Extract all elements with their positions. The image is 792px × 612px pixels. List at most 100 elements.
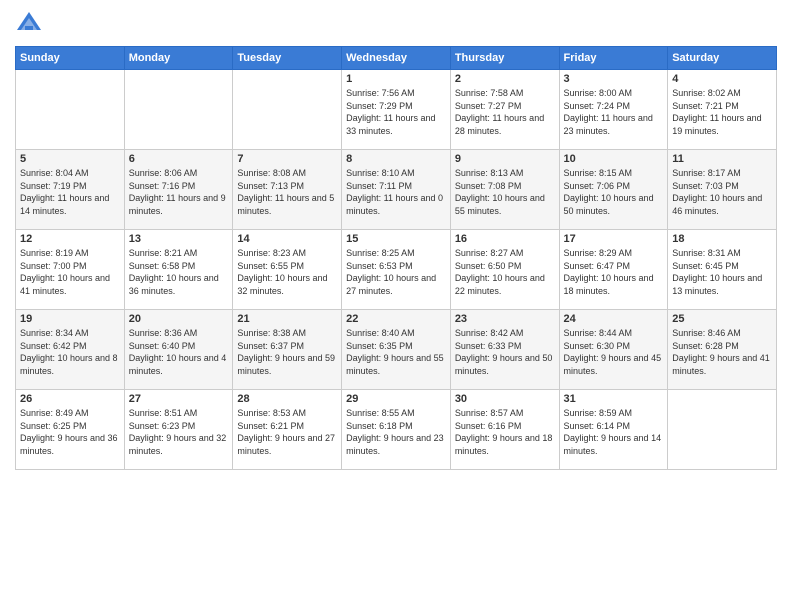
weekday-tuesday: Tuesday: [233, 47, 342, 70]
day-number: 15: [346, 233, 446, 245]
day-number: 4: [672, 73, 772, 85]
calendar-cell: 3 Sunrise: 8:00 AMSunset: 7:24 PMDaylight…: [559, 70, 668, 150]
cell-info: Sunrise: 8:38 AMSunset: 6:37 PMDaylight:…: [237, 328, 335, 376]
cell-info: Sunrise: 8:25 AMSunset: 6:53 PMDaylight:…: [346, 248, 436, 296]
cell-info: Sunrise: 8:46 AMSunset: 6:28 PMDaylight:…: [672, 328, 770, 376]
weekday-header-row: SundayMondayTuesdayWednesdayThursdayFrid…: [16, 47, 777, 70]
day-number: 1: [346, 73, 446, 85]
weekday-thursday: Thursday: [450, 47, 559, 70]
day-number: 30: [455, 393, 555, 405]
day-number: 31: [564, 393, 664, 405]
day-number: 11: [672, 153, 772, 165]
day-number: 26: [20, 393, 120, 405]
cell-info: Sunrise: 8:42 AMSunset: 6:33 PMDaylight:…: [455, 328, 553, 376]
cell-info: Sunrise: 8:17 AMSunset: 7:03 PMDaylight:…: [672, 168, 762, 216]
weekday-saturday: Saturday: [668, 47, 777, 70]
day-number: 28: [237, 393, 337, 405]
calendar-cell: 25 Sunrise: 8:46 AMSunset: 6:28 PMDayligh…: [668, 310, 777, 390]
day-number: 8: [346, 153, 446, 165]
logo: [15, 10, 47, 38]
week-row-3: 12 Sunrise: 8:19 AMSunset: 7:00 PMDayligh…: [16, 230, 777, 310]
calendar-cell: 4 Sunrise: 8:02 AMSunset: 7:21 PMDaylight…: [668, 70, 777, 150]
cell-info: Sunrise: 8:36 AMSunset: 6:40 PMDaylight:…: [129, 328, 227, 376]
calendar-cell: 7 Sunrise: 8:08 AMSunset: 7:13 PMDaylight…: [233, 150, 342, 230]
cell-info: Sunrise: 8:44 AMSunset: 6:30 PMDaylight:…: [564, 328, 662, 376]
calendar-cell: 16 Sunrise: 8:27 AMSunset: 6:50 PMDayligh…: [450, 230, 559, 310]
calendar-cell: [16, 70, 125, 150]
day-number: 19: [20, 313, 120, 325]
calendar-cell: 14 Sunrise: 8:23 AMSunset: 6:55 PMDayligh…: [233, 230, 342, 310]
calendar-cell: 17Sunrise: 8:29 AMSunset: 6:47 PMDayligh…: [559, 230, 668, 310]
cell-info: Sunrise: 8:08 AMSunset: 7:13 PMDaylight:…: [237, 168, 334, 216]
cell-info: Sunrise: 8:27 AMSunset: 6:50 PMDaylight:…: [455, 248, 545, 296]
cell-info: Sunrise: 8:00 AMSunset: 7:24 PMDaylight:…: [564, 88, 653, 136]
calendar-cell: 8 Sunrise: 8:10 AMSunset: 7:11 PMDaylight…: [342, 150, 451, 230]
day-number: 27: [129, 393, 229, 405]
cell-info: Sunrise: 8:51 AMSunset: 6:23 PMDaylight:…: [129, 408, 227, 456]
week-row-4: 19 Sunrise: 8:34 AMSunset: 6:42 PMDayligh…: [16, 310, 777, 390]
cell-info: Sunrise: 8:15 AMSunset: 7:06 PMDaylight:…: [564, 168, 654, 216]
cell-info: Sunrise: 8:13 AMSunset: 7:08 PMDaylight:…: [455, 168, 545, 216]
calendar-cell: 12 Sunrise: 8:19 AMSunset: 7:00 PMDayligh…: [16, 230, 125, 310]
day-number: 14: [237, 233, 337, 245]
calendar-cell: [124, 70, 233, 150]
day-number: 3: [564, 73, 664, 85]
cell-info: Sunrise: 8:34 AMSunset: 6:42 PMDaylight:…: [20, 328, 118, 376]
calendar-cell: 18Sunrise: 8:31 AMSunset: 6:45 PMDayligh…: [668, 230, 777, 310]
header: [15, 10, 777, 38]
day-number: 29: [346, 393, 446, 405]
cell-info: Sunrise: 8:02 AMSunset: 7:21 PMDaylight:…: [672, 88, 761, 136]
calendar-cell: 30 Sunrise: 8:57 AMSunset: 6:16 PMDayligh…: [450, 390, 559, 470]
calendar-cell: 15 Sunrise: 8:25 AMSunset: 6:53 PMDayligh…: [342, 230, 451, 310]
day-number: 18: [672, 233, 772, 245]
cell-info: Sunrise: 8:59 AMSunset: 6:14 PMDaylight:…: [564, 408, 662, 456]
calendar-cell: 5Sunrise: 8:04 AMSunset: 7:19 PMDaylight…: [16, 150, 125, 230]
day-number: 2: [455, 73, 555, 85]
calendar-cell: 13 Sunrise: 8:21 AMSunset: 6:58 PMDayligh…: [124, 230, 233, 310]
cell-info: Sunrise: 8:49 AMSunset: 6:25 PMDaylight:…: [20, 408, 118, 456]
day-number: 16: [455, 233, 555, 245]
day-number: 13: [129, 233, 229, 245]
calendar-cell: 31 Sunrise: 8:59 AMSunset: 6:14 PMDayligh…: [559, 390, 668, 470]
calendar-cell: 21 Sunrise: 8:38 AMSunset: 6:37 PMDayligh…: [233, 310, 342, 390]
week-row-1: 1 Sunrise: 7:56 AMSunset: 7:29 PMDaylight…: [16, 70, 777, 150]
day-number: 5: [20, 153, 120, 165]
day-number: 24: [564, 313, 664, 325]
calendar-cell: 20 Sunrise: 8:36 AMSunset: 6:40 PMDayligh…: [124, 310, 233, 390]
week-row-2: 5Sunrise: 8:04 AMSunset: 7:19 PMDaylight…: [16, 150, 777, 230]
day-number: 23: [455, 313, 555, 325]
calendar-cell: 6 Sunrise: 8:06 AMSunset: 7:16 PMDaylight…: [124, 150, 233, 230]
cell-info: Sunrise: 8:10 AMSunset: 7:11 PMDaylight:…: [346, 168, 443, 216]
calendar-cell: 9 Sunrise: 8:13 AMSunset: 7:08 PMDaylight…: [450, 150, 559, 230]
cell-info: Sunrise: 8:06 AMSunset: 7:16 PMDaylight:…: [129, 168, 226, 216]
day-number: 20: [129, 313, 229, 325]
day-number: 6: [129, 153, 229, 165]
page: SundayMondayTuesdayWednesdayThursdayFrid…: [0, 0, 792, 612]
cell-info: Sunrise: 7:58 AMSunset: 7:27 PMDaylight:…: [455, 88, 544, 136]
day-number: 21: [237, 313, 337, 325]
calendar-table: SundayMondayTuesdayWednesdayThursdayFrid…: [15, 46, 777, 470]
cell-info: Sunrise: 7:56 AMSunset: 7:29 PMDaylight:…: [346, 88, 435, 136]
calendar-cell: [668, 390, 777, 470]
cell-info: Sunrise: 8:23 AMSunset: 6:55 PMDaylight:…: [237, 248, 327, 296]
cell-info: Sunrise: 8:57 AMSunset: 6:16 PMDaylight:…: [455, 408, 553, 456]
cell-info: Sunrise: 8:55 AMSunset: 6:18 PMDaylight:…: [346, 408, 444, 456]
weekday-wednesday: Wednesday: [342, 47, 451, 70]
day-number: 12: [20, 233, 120, 245]
calendar-cell: 10Sunrise: 8:15 AMSunset: 7:06 PMDayligh…: [559, 150, 668, 230]
day-number: 7: [237, 153, 337, 165]
day-number: 25: [672, 313, 772, 325]
calendar-cell: 26 Sunrise: 8:49 AMSunset: 6:25 PMDayligh…: [16, 390, 125, 470]
day-number: 22: [346, 313, 446, 325]
calendar-cell: [233, 70, 342, 150]
calendar-cell: 22Sunrise: 8:40 AMSunset: 6:35 PMDayligh…: [342, 310, 451, 390]
calendar-cell: 11 Sunrise: 8:17 AMSunset: 7:03 PMDayligh…: [668, 150, 777, 230]
calendar-cell: 23 Sunrise: 8:42 AMSunset: 6:33 PMDayligh…: [450, 310, 559, 390]
cell-info: Sunrise: 8:21 AMSunset: 6:58 PMDaylight:…: [129, 248, 219, 296]
calendar-cell: 27 Sunrise: 8:51 AMSunset: 6:23 PMDayligh…: [124, 390, 233, 470]
logo-icon: [15, 10, 43, 38]
weekday-sunday: Sunday: [16, 47, 125, 70]
day-number: 9: [455, 153, 555, 165]
calendar-cell: 1 Sunrise: 7:56 AMSunset: 7:29 PMDaylight…: [342, 70, 451, 150]
cell-info: Sunrise: 8:19 AMSunset: 7:00 PMDaylight:…: [20, 248, 110, 296]
